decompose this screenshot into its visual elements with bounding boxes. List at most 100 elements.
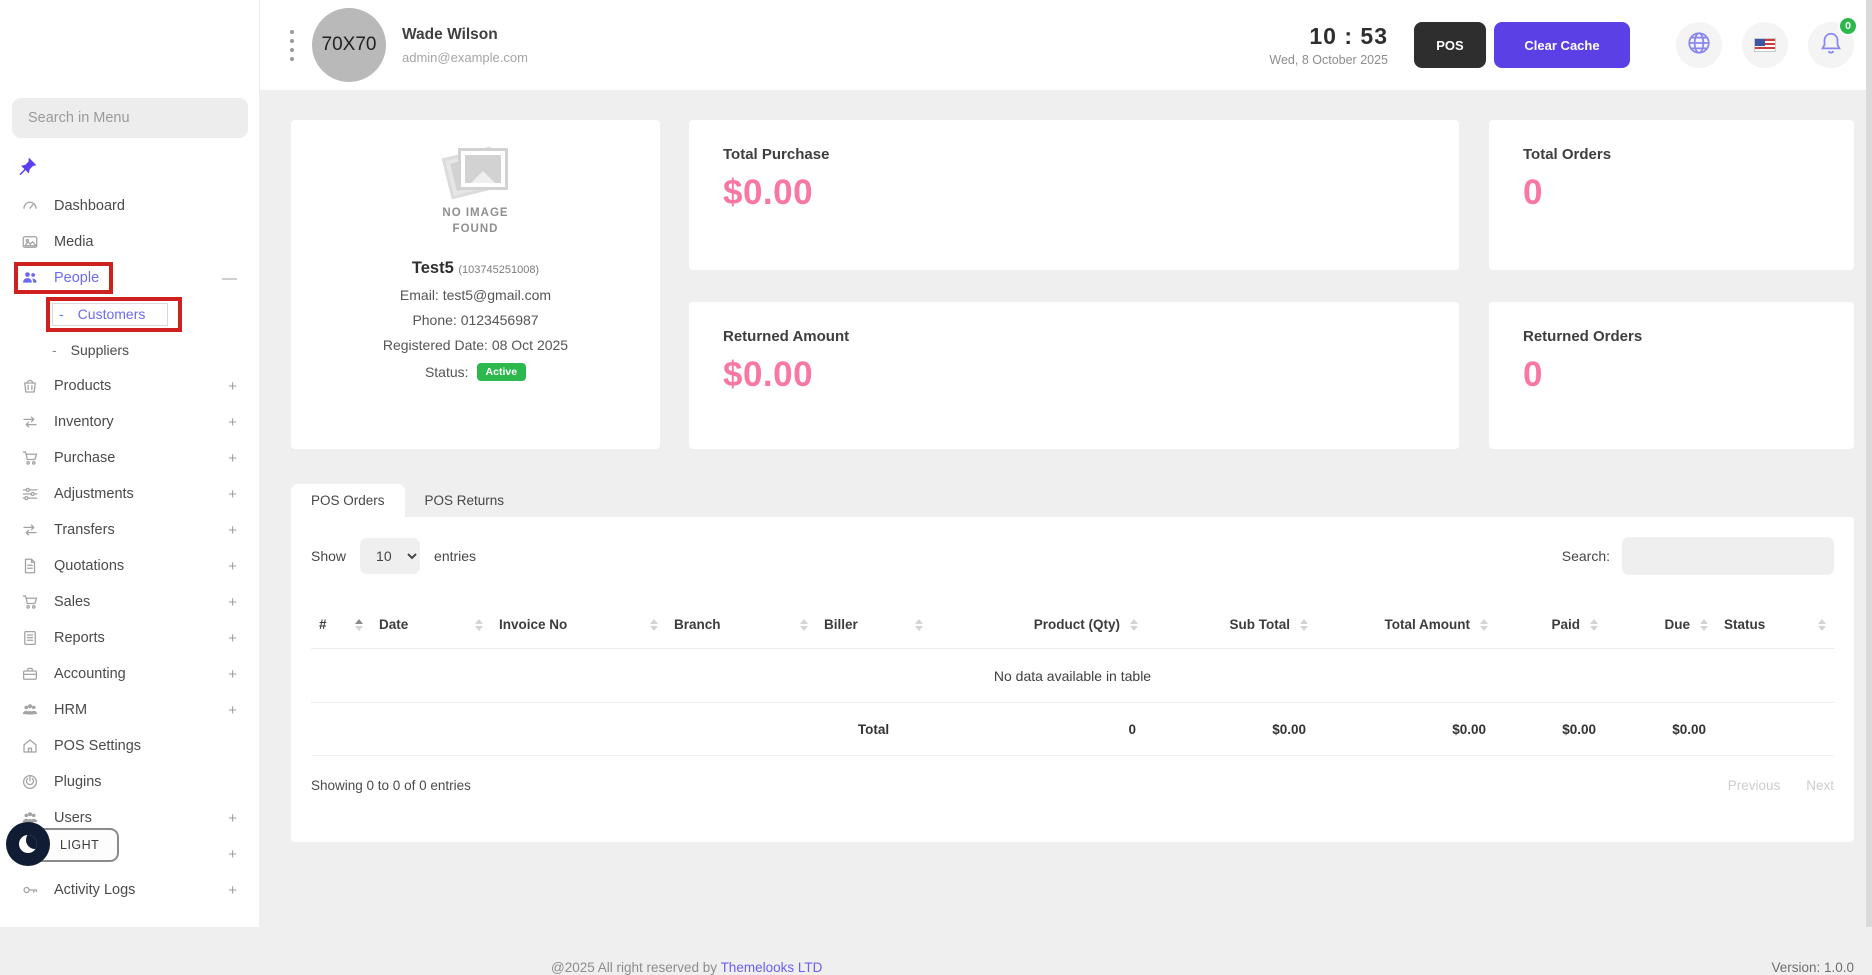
sort-arrows-icon xyxy=(800,619,808,631)
sidebar-item-reports[interactable]: Reports+ xyxy=(0,620,259,656)
column-header-biller[interactable]: Biller xyxy=(816,601,931,648)
expand-icon[interactable]: + xyxy=(228,414,237,431)
sidebar-item-label: Activity Logs xyxy=(54,882,135,898)
expand-icon[interactable]: + xyxy=(228,882,237,899)
column-header-product-qty-[interactable]: Product (Qty) xyxy=(931,601,1146,648)
column-header-sub-total[interactable]: Sub Total xyxy=(1146,601,1316,648)
sidebar-item-label: Users xyxy=(54,810,92,826)
tab-pos-returns[interactable]: POS Returns xyxy=(405,484,525,517)
table-header-row: #DateInvoice NoBranchBillerProduct (Qty)… xyxy=(311,601,1834,649)
pin-icon[interactable] xyxy=(18,156,38,181)
returned-orders-card: Returned Orders 0 xyxy=(1489,302,1854,449)
customer-name: Test5 (103745251008) xyxy=(412,259,539,278)
showing-entries-text: Showing 0 to 0 of 0 entries xyxy=(311,778,471,793)
sidebar-item-purchase[interactable]: Purchase + xyxy=(0,440,259,476)
drag-handle-icon[interactable] xyxy=(290,30,294,61)
expand-icon[interactable]: + xyxy=(228,522,237,539)
sort-arrows-icon xyxy=(1590,619,1598,631)
column-header-branch[interactable]: Branch xyxy=(666,601,816,648)
column-header-total-amount[interactable]: Total Amount xyxy=(1316,601,1496,648)
sidebar-item-quotations[interactable]: Quotations + xyxy=(0,548,259,584)
sidebar-item-customers[interactable]: -Customers xyxy=(0,296,259,332)
column-header-date[interactable]: Date xyxy=(371,601,491,648)
expand-icon[interactable]: + xyxy=(228,702,237,719)
total-cell: $0.00 xyxy=(1146,722,1316,737)
stat-label: Total Orders xyxy=(1523,146,1820,163)
column-header-paid[interactable]: Paid xyxy=(1496,601,1606,648)
sidebar-item-label: Purchase xyxy=(54,450,115,466)
media-icon xyxy=(20,232,40,252)
transfers-icon xyxy=(20,520,40,540)
sidebar-item-products[interactable]: Products + xyxy=(0,368,259,404)
avatar[interactable]: 70X70 xyxy=(312,8,386,82)
total-cell: $0.00 xyxy=(1496,722,1606,737)
sort-arrows-icon xyxy=(1480,619,1488,631)
sidebar-item-label: Adjustments xyxy=(54,486,134,502)
expand-icon[interactable]: + xyxy=(228,450,237,467)
stat-label: Total Purchase xyxy=(723,146,1425,163)
sidebar-item-label: Suppliers xyxy=(71,342,129,358)
column-header--[interactable]: # xyxy=(311,601,371,648)
user-name: Wade Wilson xyxy=(402,26,528,44)
sidebar-item-transfers[interactable]: Transfers+ xyxy=(0,512,259,548)
us-flag-icon xyxy=(1754,38,1776,52)
expand-icon[interactable]: + xyxy=(228,666,237,683)
next-page-button[interactable]: Next xyxy=(1806,778,1834,793)
expand-icon[interactable]: + xyxy=(228,630,237,647)
previous-page-button[interactable]: Previous xyxy=(1728,778,1781,793)
no-image-text: NO IMAGE FOUND xyxy=(421,206,531,237)
plugins-icon xyxy=(20,772,40,792)
sidebar-item-suppliers[interactable]: -Suppliers xyxy=(0,332,259,368)
sidebar-item-accounting[interactable]: Accounting+ xyxy=(0,656,259,692)
column-header-invoice-no[interactable]: Invoice No xyxy=(491,601,666,648)
sidebar-item-dashboard[interactable]: Dashboard xyxy=(0,188,259,224)
sidebar-item-label: Plugins xyxy=(54,774,102,790)
sidebar-item-label: Products xyxy=(54,378,111,394)
stat-value: 0 xyxy=(1523,355,1820,395)
moon-icon[interactable] xyxy=(6,822,50,866)
customer-registered-date: Registered Date: 08 Oct 2025 xyxy=(383,337,568,353)
theme-toggle[interactable]: LIGHT xyxy=(14,828,119,862)
sidebar-item-adjustments[interactable]: Adjustments + xyxy=(0,476,259,512)
language-globe-button[interactable] xyxy=(1676,22,1722,68)
expand-icon[interactable]: + xyxy=(228,378,237,395)
sidebar-item-label: POS Settings xyxy=(54,738,141,754)
table-search-input[interactable] xyxy=(1622,537,1834,575)
sidebar-item-sales[interactable]: Sales+ xyxy=(0,584,259,620)
sort-arrows-icon xyxy=(915,619,923,631)
expand-icon[interactable]: + xyxy=(228,846,237,863)
page-length-select[interactable]: 10 xyxy=(360,538,420,574)
status-badge: Active xyxy=(477,363,527,381)
notifications-button[interactable]: 0 xyxy=(1808,22,1854,68)
bell-icon xyxy=(1818,30,1844,61)
company-link[interactable]: Themelooks LTD xyxy=(721,960,823,975)
pos-button[interactable]: POS xyxy=(1414,22,1486,68)
expand-icon[interactable]: + xyxy=(228,558,237,575)
expand-icon[interactable]: + xyxy=(228,810,237,827)
clear-cache-button[interactable]: Clear Cache xyxy=(1494,22,1630,68)
expand-icon[interactable]: + xyxy=(228,486,237,503)
page-scrollbar[interactable] xyxy=(1866,0,1872,927)
people-icon xyxy=(20,268,40,288)
sort-arrows-icon xyxy=(355,619,363,631)
sidebar-item-plugins[interactable]: Plugins xyxy=(0,764,259,800)
expand-icon[interactable]: + xyxy=(228,594,237,611)
submenu-dash: - xyxy=(59,306,64,322)
sidebar-item-hrm[interactable]: HRM+ xyxy=(0,692,259,728)
column-header-due[interactable]: Due xyxy=(1606,601,1716,648)
sidebar-item-people[interactable]: People— xyxy=(0,260,259,296)
tab-pos-orders[interactable]: POS Orders xyxy=(291,484,405,517)
sidebar-item-media[interactable]: Media xyxy=(0,224,259,260)
stat-label: Returned Amount xyxy=(723,328,1425,345)
customer-code: (103745251008) xyxy=(458,264,539,276)
quotations-icon xyxy=(20,556,40,576)
locale-flag-button[interactable] xyxy=(1742,22,1788,68)
sidebar-item-label: Quotations xyxy=(54,558,124,574)
sidebar-item-activity-logs[interactable]: Activity Logs + xyxy=(0,872,259,908)
sidebar-item-pos-settings[interactable]: POS Settings xyxy=(0,728,259,764)
collapse-icon[interactable]: — xyxy=(222,270,237,287)
sidebar-item-inventory[interactable]: Inventory+ xyxy=(0,404,259,440)
column-header-status[interactable]: Status xyxy=(1716,601,1834,648)
sidebar-item-label: Media xyxy=(54,234,94,250)
search-input[interactable] xyxy=(12,98,248,138)
